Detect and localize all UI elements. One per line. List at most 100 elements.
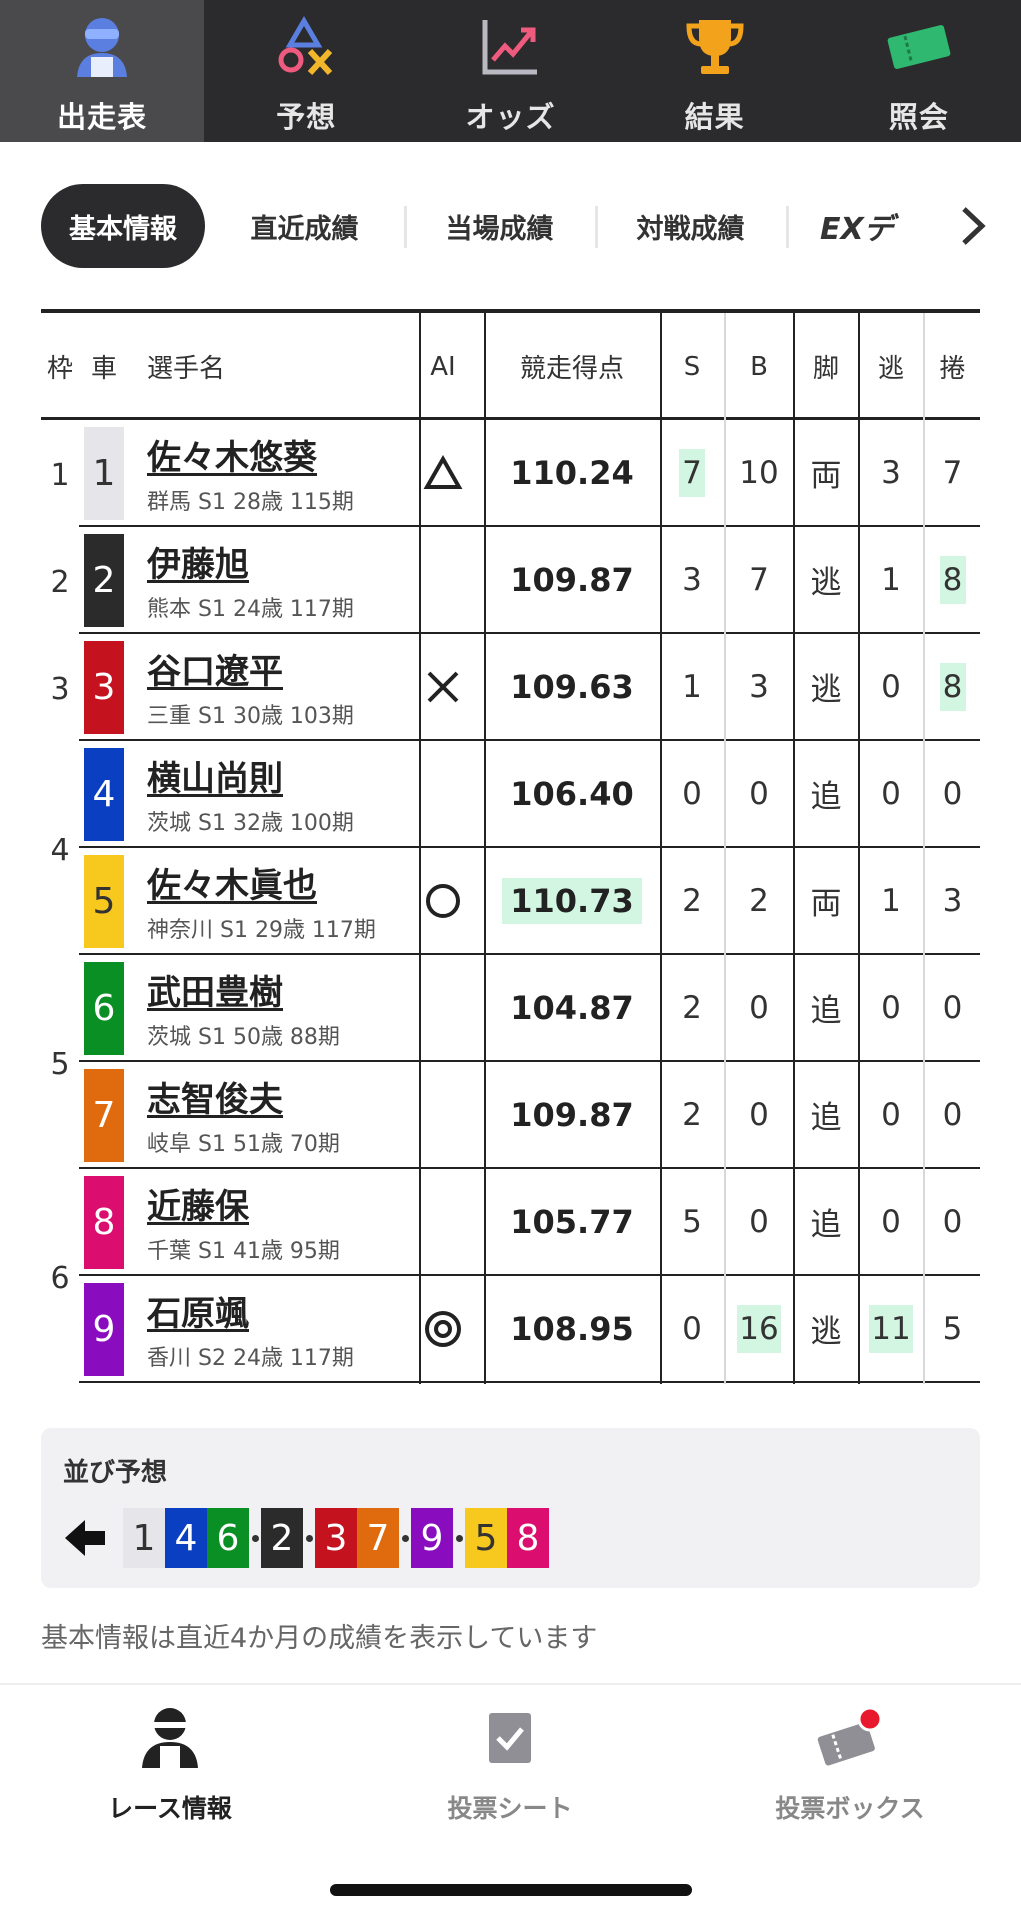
riding-style: 逃 [810,672,842,708]
tab-odds[interactable]: オッズ [408,0,612,142]
s-count: 2 [682,882,702,919]
info-note: 基本情報は直近4か月の成績を表示しています [41,1623,598,1654]
b-count: 0 [749,1203,769,1240]
riding-style: 逃 [810,565,842,601]
header-ai: AI [430,351,456,382]
cross-mark-icon [427,671,459,702]
table-row: 3 谷口遼平 三重 S1 30歳 103期 109.63 1 3 逃 0 8 [41,634,980,741]
arrow-left-icon [65,1520,105,1556]
race-score: 109.87 [510,560,634,599]
s-count: 0 [682,1310,702,1347]
rider-name-link[interactable]: 佐々木悠葵 [147,430,317,479]
header-car: 車 [90,354,117,384]
riding-style: 追 [810,1207,842,1243]
column-divider [923,313,925,1384]
lineup-car-badge: 9 [411,1508,453,1568]
column-divider [793,313,795,1384]
tab-label: 出走表 [57,100,148,134]
lineup-car-badge: 7 [357,1508,399,1568]
b-count: 10 [739,454,779,491]
car-number-badge: 4 [84,748,124,841]
makuri-count: 8 [925,527,980,632]
table-row: 4 横山尚則 茨城 S1 32歳 100期 106.40 0 0 追 0 0 [41,741,980,848]
header-waku: 枠 [46,354,73,384]
table-row: 2 伊藤旭 熊本 S1 24歳 117期 109.87 3 7 逃 1 8 [41,527,980,634]
car-number-badge: 2 [84,534,124,627]
riding-style: 両 [810,886,842,922]
rider-name-link[interactable]: 谷口遼平 [147,644,283,693]
subtab-kihon-joho[interactable]: 基本情報 [41,184,205,268]
column-divider [484,313,486,1384]
subtab-ex-data[interactable]: EXデ [786,184,936,268]
s-count: 5 [682,1203,702,1240]
lineup-prediction: 並び予想 146237958 [41,1428,980,1588]
b-count: 7 [749,561,769,598]
s-count: 0 [682,775,702,812]
subtab-taisen-seiseki[interactable]: 対戦成績 [595,184,786,268]
rider-name-link[interactable]: 横山尚則 [147,751,283,800]
tab-shokai[interactable]: 照会 [817,0,1021,142]
rider-name-link[interactable]: 石原颯 [147,1286,249,1335]
header-score: 競走得点 [519,354,624,384]
race-score: 105.77 [510,1202,634,1241]
triangle-mark-icon [423,454,463,489]
notification-badge [857,1706,883,1732]
subtab-chokkin-seiseki[interactable]: 直近成績 [205,184,404,268]
makuri-count: 0 [942,775,963,812]
race-score: 106.40 [510,774,634,813]
column-divider [858,313,860,1384]
checksheet-icon [474,1705,546,1771]
waku-number: 4 [41,744,79,956]
lineup-car-badge: 6 [207,1508,249,1568]
car-number-badge: 3 [84,641,124,734]
rider-profile: 茨城 S1 50歳 88期 [147,1025,340,1050]
table-row: 8 近藤保 千葉 S1 41歳 95期 105.77 5 0 追 0 0 [41,1169,980,1276]
bottom-tab-vote-box[interactable]: 投票ボックス [720,1705,980,1825]
tab-label: 照会 [888,100,949,134]
rider-name-link[interactable]: 志智俊夫 [147,1072,283,1121]
trend-chart-icon [475,14,545,80]
table-row: 9 石原颯 香川 S2 24歳 117期 108.95 0 16 逃 11 5 [41,1276,980,1383]
s-count: 1 [682,668,702,705]
rider-name-link[interactable]: 伊藤旭 [147,537,249,586]
rider-icon [134,1705,206,1771]
prediction-symbols-icon [271,14,341,80]
lineup-separator [303,1535,315,1542]
riding-style: 両 [810,458,842,494]
bottom-tab-vote-sheet[interactable]: 投票シート [380,1705,640,1825]
s-count: 2 [682,1096,702,1133]
tab-shussohyo[interactable]: 出走表 [0,0,205,142]
rider-name-link[interactable]: 武田豊樹 [147,965,283,1014]
race-score: 104.87 [510,988,634,1027]
race-score: 109.87 [510,1095,634,1134]
table-row: 1 佐々木悠葵 群馬 S1 28歳 115期 110.24 7 10 両 3 7 [41,420,980,527]
nige-count: 11 [861,1276,921,1381]
lineup-car-badge: 4 [165,1508,207,1568]
lineup-title: 並び予想 [63,1458,168,1488]
riding-style: 追 [810,993,842,1029]
ai-mark [421,955,465,1060]
rider-profile: 岐阜 S1 51歳 70期 [147,1132,340,1157]
home-indicator[interactable] [330,1884,692,1896]
race-score: 110.24 [510,453,634,492]
tab-yoso[interactable]: 予想 [204,0,408,142]
b-count: 16 [728,1276,790,1381]
lineup-car-badge: 3 [315,1508,357,1568]
b-count: 0 [749,989,769,1026]
car-number-badge: 6 [84,962,124,1055]
rider-name-link[interactable]: 佐々木眞也 [147,858,317,907]
table-row: 6 武田豊樹 茨城 S1 50歳 88期 104.87 2 0 追 0 0 [41,955,980,1062]
rider-profile: 群馬 S1 28歳 115期 [147,490,354,515]
subtab-toujo-seiseki[interactable]: 当場成績 [404,184,595,268]
rider-profile: 茨城 S1 32歳 100期 [147,811,354,836]
makuri-count: 8 [925,634,980,739]
chevron-right-icon[interactable] [952,203,992,249]
header-nige: 逃 [877,354,904,384]
tab-kekka[interactable]: 結果 [613,0,817,142]
bottom-tab-race-info[interactable]: レース情報 [40,1705,300,1825]
nige-count: 0 [881,775,901,812]
table-body: 1 佐々木悠葵 群馬 S1 28歳 115期 110.24 7 10 両 3 7 2 伊藤旭 熊本 S… [41,420,980,1383]
nige-count: 3 [881,454,901,491]
rider-name-link[interactable]: 近藤保 [147,1179,249,1228]
ai-mark [421,848,465,953]
